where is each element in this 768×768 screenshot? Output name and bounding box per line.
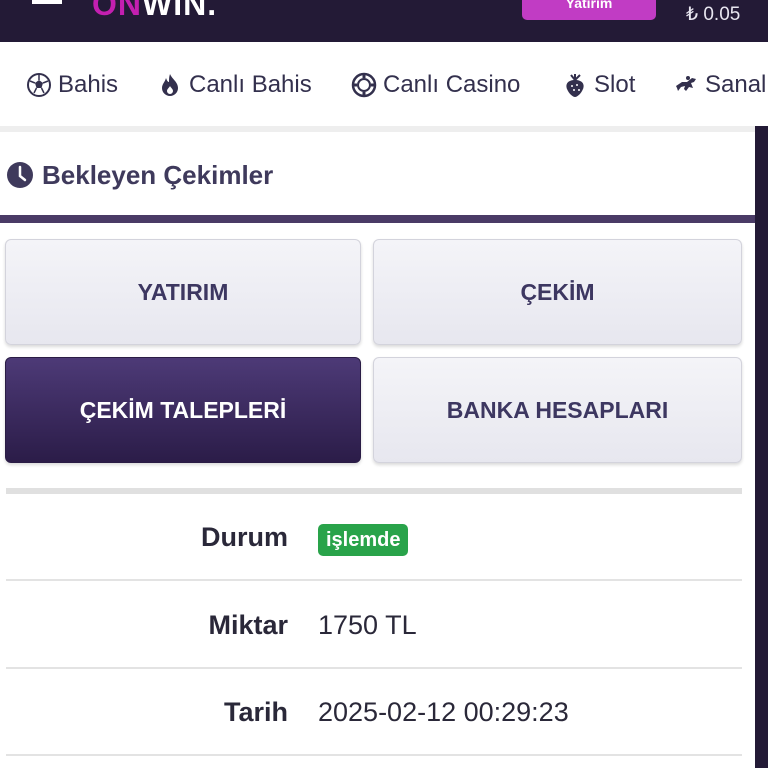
deposit-button[interactable]: Yatırım: [522, 0, 656, 20]
nav-item-bahis[interactable]: Bahis: [26, 70, 118, 100]
horse-racing-icon: [676, 76, 696, 91]
right-edge-strip: [755, 126, 768, 768]
page-title: Bekleyen Çekimler: [6, 155, 273, 195]
hamburger-menu-icon[interactable]: [32, 0, 62, 4]
nav-label: Canlı Bahis: [189, 71, 312, 98]
tab-cekim-talepleri[interactable]: ÇEKİM TALEPLERİ: [5, 357, 361, 463]
soccer-ball-icon: [27, 73, 51, 97]
nav-label: Bahis: [58, 71, 119, 98]
balance-display: ₺ 0.05: [686, 4, 741, 25]
fire-icon: [162, 74, 178, 96]
strawberry-icon: [566, 74, 584, 97]
row-divider: [6, 754, 742, 756]
clock-icon: [7, 162, 33, 188]
status-label: Durum: [201, 522, 288, 552]
nav-item-canli-casino[interactable]: Canlı Casino: [351, 70, 520, 100]
title-divider: [0, 215, 755, 223]
logo-part1: ON: [92, 0, 142, 22]
nav-item-slot[interactable]: Slot: [562, 70, 635, 100]
row-divider: [6, 667, 742, 669]
nav-shadow: [0, 126, 768, 132]
row-divider: [6, 579, 742, 581]
logo-part2: WIN.: [142, 0, 218, 22]
tab-yatirim[interactable]: YATIRIM: [5, 239, 361, 345]
status-badge: işlemde: [318, 524, 409, 556]
tab-cekim[interactable]: ÇEKİM: [373, 239, 742, 345]
logo[interactable]: ONWIN.: [92, 0, 217, 23]
casino-chip-icon: [351, 72, 377, 98]
date-value: 2025-02-12 00:29:23: [318, 697, 569, 727]
nav-item-sanal[interactable]: Sanal: [673, 70, 766, 100]
tab-banka-hesaplari[interactable]: BANKA HESAPLARI: [373, 357, 742, 463]
main-nav: Bahis Canlı Bahis Canlı Casino Slot Sana…: [0, 42, 768, 126]
amount-value: 1750 TL: [318, 610, 417, 640]
amount-label: Miktar: [208, 610, 288, 640]
details-divider: [6, 488, 742, 494]
top-header: ONWIN. Yatırım ₺ 0.05: [0, 0, 768, 42]
page-title-text: Bekleyen Çekimler: [42, 159, 274, 190]
nav-label: Sanal: [705, 71, 767, 98]
nav-item-canli-bahis[interactable]: Canlı Bahis: [157, 70, 312, 100]
nav-label: Canlı Casino: [383, 71, 521, 98]
date-label: Tarih: [223, 697, 288, 727]
nav-label: Slot: [594, 71, 636, 98]
